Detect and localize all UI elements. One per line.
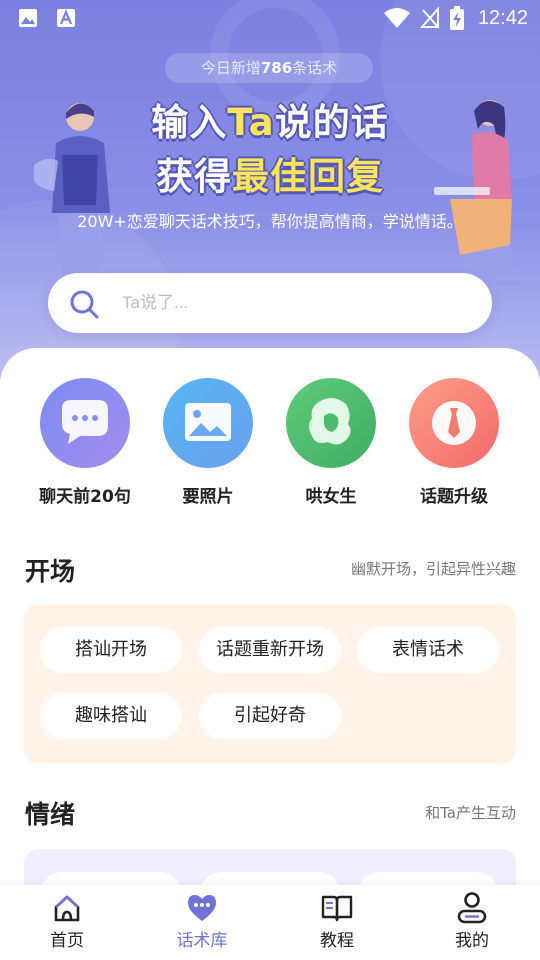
quick-action-label: 要照片 — [182, 487, 234, 507]
quick-action-chat-20[interactable]: 聊天前20句 — [25, 378, 145, 507]
section-subtitle-emotion: 和Ta产生互动 — [425, 804, 516, 822]
quick-action-coax-girl[interactable]: 哄女生 — [271, 378, 391, 507]
nav-phrasebook[interactable]: 话术库 — [157, 891, 247, 951]
nav-mine[interactable]: 我的 — [427, 891, 517, 951]
section-subtitle-opening: 幽默开场，引起异性兴趣 — [350, 560, 516, 578]
chip-opening-approach[interactable]: 搭讪开场 — [40, 627, 182, 673]
chip-topic-restart[interactable]: 话题重新开场 — [199, 627, 341, 673]
heart-chat-icon — [188, 895, 216, 921]
quick-action-photo[interactable]: 要照片 — [148, 378, 268, 507]
nav-label: 我的 — [455, 931, 489, 951]
hero-subtitle: 20W+恋爱聊天话术技巧，帮你提高情商，学说情话。 — [77, 212, 463, 231]
home-icon — [54, 895, 80, 922]
hero-title-line1: 输入Ta说的话 — [151, 101, 389, 144]
search-icon — [70, 290, 99, 319]
emotion-card — [24, 849, 516, 888]
status-bar: 12:42 — [0, 0, 540, 36]
chip-emoji-lines[interactable]: 表情话术 — [357, 627, 499, 673]
no-signal-icon — [419, 7, 439, 28]
quick-action-label: 聊天前20句 — [39, 487, 131, 507]
book-icon — [321, 895, 353, 922]
quick-action-topic-upgrade[interactable]: 话题升级 — [394, 378, 514, 507]
hero-title-line2: 获得最佳回复 — [156, 155, 384, 198]
quick-action-label: 哄女生 — [305, 487, 357, 507]
nav-home[interactable]: 首页 — [22, 891, 112, 951]
nav-label: 话术库 — [176, 931, 228, 951]
chip-fun-approach[interactable]: 趣味搭讪 — [40, 693, 182, 739]
font-notification-icon — [57, 9, 75, 27]
bottom-nav: 首页 话术库 教程 我的 — [0, 885, 540, 960]
battery-charging-icon — [449, 6, 464, 30]
section-title-opening: 开场 — [25, 557, 76, 586]
quick-actions: 聊天前20句 要照片 哄女生 话题升级 — [0, 378, 540, 508]
user-icon — [457, 892, 487, 924]
search-bar[interactable] — [48, 273, 492, 333]
nav-tutorial[interactable]: 教程 — [292, 891, 382, 951]
search-input[interactable] — [122, 285, 472, 321]
opening-card: 搭讪开场 话题重新开场 表情话术 趣味搭讪 引起好奇 — [24, 604, 516, 764]
gallery-notification-icon — [19, 9, 37, 27]
nav-label: 首页 — [50, 931, 84, 951]
chip-arouse-curiosity[interactable]: 引起好奇 — [199, 693, 341, 739]
daily-new-badge: 今日新增786条话术 — [165, 53, 373, 83]
girl-head-icon — [309, 398, 351, 445]
chat-bubble-icon — [62, 400, 108, 444]
picture-icon — [185, 403, 231, 441]
nav-label: 教程 — [320, 931, 354, 951]
main-panel: 聊天前20句 要照片 哄女生 话题升级 开场 幽默开场，引起异性兴趣 搭讪开场 … — [0, 348, 540, 888]
wifi-icon — [383, 8, 410, 28]
quick-action-label: 话题升级 — [420, 487, 488, 507]
section-title-emotion: 情绪 — [25, 800, 76, 829]
clock: 12:42 — [477, 6, 528, 29]
tie-icon — [432, 401, 476, 445]
hero-banner: 12:42 今日新增786条话术 输入Ta说的话 获得最佳回复 20W+恋爱聊天… — [0, 0, 540, 380]
